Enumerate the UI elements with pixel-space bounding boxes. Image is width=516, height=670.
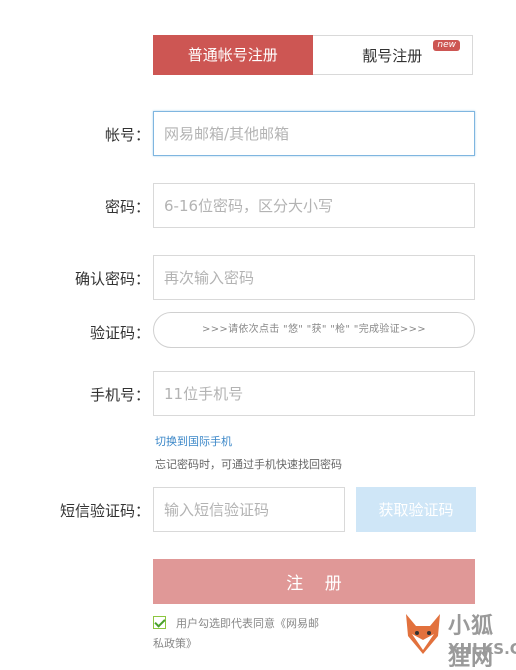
captcha-label: 验证码： — [89, 324, 150, 342]
captcha-instruction: >>>请依次点击 "悠" "获" "枪" "完成验证>>> — [202, 324, 426, 335]
confirm-password-input[interactable] — [153, 255, 475, 300]
fox-logo-icon — [406, 614, 440, 654]
captcha-click-verify[interactable]: >>>请依次点击 "悠" "获" "枪" "完成验证>>> — [153, 312, 475, 348]
account-input[interactable] — [153, 111, 475, 156]
watermark-subtitle: XHLKS.CN — [448, 640, 516, 658]
tab-vip-account[interactable]: 靓号注册 new — [312, 35, 473, 75]
account-label: 帐号： — [104, 126, 150, 144]
switch-intl-phone-link[interactable]: 切换到国际手机 — [155, 433, 232, 449]
tab-normal-label: 普通帐号注册 — [187, 46, 278, 64]
register-tabs: 普通帐号注册 靓号注册 new — [153, 35, 473, 75]
agreement-text-tail: 私政策》 — [153, 637, 197, 650]
get-sms-code-button[interactable]: 获取验证码 — [356, 487, 476, 532]
register-page: 普通帐号注册 靓号注册 new 帐号： 密码： 确认密码： 验证码： >>>请依… — [0, 0, 516, 670]
agreement-checkbox[interactable] — [153, 616, 166, 629]
sms-code-label: 短信验证码： — [59, 502, 150, 520]
phone-input[interactable] — [153, 371, 475, 416]
new-badge: new — [433, 40, 460, 51]
register-submit-button[interactable]: 注 册 — [153, 559, 475, 604]
phone-label: 手机号： — [89, 386, 150, 404]
password-label: 密码： — [104, 198, 150, 216]
phone-hint: 忘记密码时，可通过手机快速找回密码 — [155, 458, 342, 471]
agreement-text: 用户勾选即代表同意《网易邮 — [176, 617, 319, 630]
watermark-title: 小狐狸网 — [448, 614, 495, 670]
confirm-password-label: 确认密码： — [74, 270, 150, 288]
site-watermark: 小狐狸网 XHLKS.CN — [402, 606, 516, 670]
tab-vip-label: 靓号注册 — [362, 47, 423, 65]
password-input[interactable] — [153, 183, 475, 228]
sms-code-input[interactable] — [153, 487, 345, 532]
tab-normal-account[interactable]: 普通帐号注册 — [153, 35, 313, 75]
